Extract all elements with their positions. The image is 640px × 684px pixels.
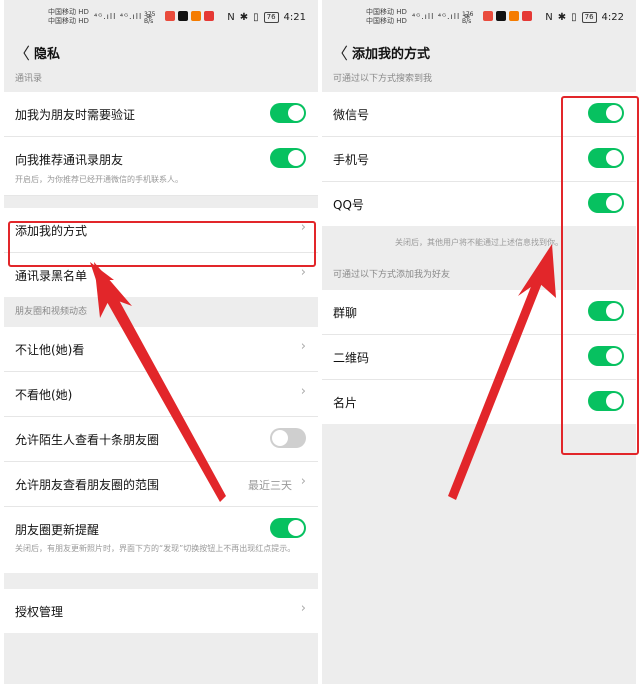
- row-label: QQ号: [333, 198, 364, 212]
- recommend-contacts-row[interactable]: 向我推荐通讯录朋友 开启后，为你推荐已经开通微信的手机联系人。: [4, 137, 318, 196]
- row-value: 最近三天: [248, 479, 292, 492]
- chevron-right-icon: ›: [300, 339, 306, 354]
- row-label: 名片: [333, 396, 358, 410]
- app-notification-icon: [204, 11, 214, 21]
- notification-icons: 375 B/s: [144, 11, 214, 25]
- status-bar: 中国移动 HD 中国移动 HD ⁴ᴳ.ıll ⁴ᴳ.ıll ≋ 375 B/s N…: [4, 0, 318, 36]
- back-arrow-icon[interactable]: 〈: [14, 40, 30, 64]
- chevron-right-icon: ›: [300, 265, 306, 280]
- carrier-name: 中国移动 HD: [48, 8, 89, 16]
- app-notification-icon: [165, 11, 175, 21]
- row-label: 向我推荐通讯录朋友: [15, 153, 124, 167]
- carrier-name: 中国移动 HD: [48, 17, 89, 25]
- row-label: 不看他(她): [15, 388, 73, 402]
- tiktok-icon: [178, 11, 188, 21]
- app-notification-icon: [483, 11, 493, 21]
- highlight-box: [561, 96, 639, 455]
- vibrate-icon: ▯: [571, 12, 577, 23]
- row-label: 通讯录黑名单: [15, 269, 88, 283]
- chevron-right-icon: ›: [300, 474, 306, 489]
- section-header: 可通过以下方式搜索到我: [333, 74, 433, 84]
- app-notification-icon: [191, 11, 201, 21]
- back-arrow-icon[interactable]: 〈: [332, 40, 348, 64]
- row-label: 不让他(她)看: [15, 343, 85, 357]
- toggle-switch[interactable]: [270, 428, 306, 448]
- row-label: 朋友圈更新提醒: [15, 523, 100, 537]
- strangers-view-row[interactable]: 允许陌生人查看十条朋友圈: [4, 417, 318, 462]
- clock: 4:21: [283, 12, 306, 23]
- row-label: 允许朋友查看朋友圈的范围: [15, 478, 160, 492]
- row-description: 开启后，为你推荐已经开通微信的手机联系人。: [15, 175, 183, 184]
- highlight-box: [8, 221, 316, 267]
- row-label: 手机号: [333, 153, 370, 167]
- nfc-icon: N: [545, 12, 553, 23]
- nav-bar: 〈 添加我的方式: [322, 36, 636, 66]
- status-bar: 中国移动 HD 中国移动 HD ⁴ᴳ.ıll ⁴ᴳ.ıll ≋ 176 B/s N…: [322, 0, 636, 36]
- toggle-switch[interactable]: [270, 148, 306, 168]
- carrier-name: 中国移动 HD: [366, 17, 407, 25]
- section-header: 通讯录: [15, 74, 43, 84]
- nfc-icon: N: [227, 12, 235, 23]
- battery-icon: 76: [263, 12, 279, 23]
- require-verification-row[interactable]: 加我为朋友时需要验证: [4, 92, 318, 137]
- app-notification-icon: [509, 11, 519, 21]
- row-label: 二维码: [333, 351, 370, 365]
- bluetooth-icon: ✱: [239, 12, 249, 23]
- row-label: 微信号: [333, 108, 370, 122]
- vibrate-icon: ▯: [253, 12, 259, 23]
- clock: 4:22: [601, 12, 624, 23]
- network-speed: 176 B/s: [462, 11, 474, 25]
- row-label: 加我为朋友时需要验证: [15, 108, 136, 122]
- row-description: 关闭后，有朋友更新照片时，界面下方的“发现”切换按钮上不再出现红点提示。: [15, 544, 296, 553]
- page-title: 隐私: [34, 47, 61, 62]
- row-label: 授权管理: [15, 605, 64, 619]
- nav-bar: 〈 隐私: [4, 36, 318, 66]
- moments-range-row[interactable]: 允许朋友查看朋友圈的范围 最近三天 ›: [4, 462, 318, 507]
- row-label: 群聊: [333, 306, 358, 320]
- battery-icon: 76: [581, 12, 597, 23]
- section-header: 朋友圈和视频动态: [15, 307, 88, 317]
- chevron-right-icon: ›: [300, 384, 306, 399]
- moments-update-reminder-row[interactable]: 朋友圈更新提醒 关闭后，有朋友更新照片时，界面下方的“发现”切换按钮上不再出现红…: [4, 507, 318, 573]
- toggle-switch[interactable]: [270, 518, 306, 538]
- hide-moments-row[interactable]: 不让他(她)看 ›: [4, 327, 318, 372]
- authorization-management-row[interactable]: 授权管理 ›: [4, 589, 318, 633]
- notification-icons: 176 B/s: [462, 11, 532, 25]
- page-title: 添加我的方式: [352, 47, 431, 62]
- hide-their-moments-row[interactable]: 不看他(她) ›: [4, 372, 318, 417]
- toggle-switch[interactable]: [270, 103, 306, 123]
- bluetooth-icon: ✱: [557, 12, 567, 23]
- app-notification-icon: [522, 11, 532, 21]
- privacy-screen: 中国移动 HD 中国移动 HD ⁴ᴳ.ıll ⁴ᴳ.ıll ≋ 375 B/s N…: [4, 0, 318, 684]
- row-label: 允许陌生人查看十条朋友圈: [15, 433, 160, 447]
- carrier-name: 中国移动 HD: [366, 8, 407, 16]
- chevron-right-icon: ›: [300, 601, 306, 616]
- tiktok-icon: [496, 11, 506, 21]
- network-speed: 375 B/s: [144, 11, 156, 25]
